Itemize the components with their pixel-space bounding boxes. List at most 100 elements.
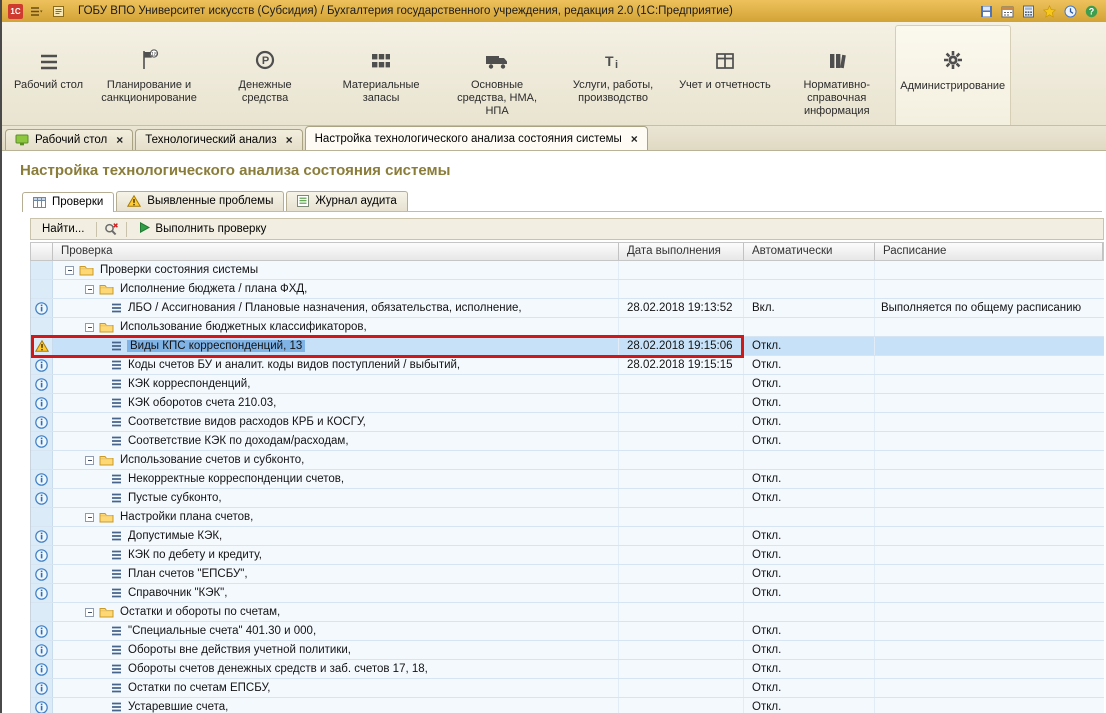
table-row[interactable]: Справочник "КЭК", Откл. bbox=[31, 584, 1104, 603]
info-icon[interactable] bbox=[31, 299, 53, 317]
expander-icon[interactable] bbox=[85, 322, 94, 332]
folder-icon bbox=[79, 264, 94, 276]
table-row[interactable]: КЭК корреспонденций, Откл. bbox=[31, 375, 1104, 394]
service-menu-icon[interactable] bbox=[50, 3, 67, 20]
table-row[interactable]: Настройки плана счетов, bbox=[31, 508, 1104, 527]
table-row[interactable]: ЛБО / Ассигнования / Плановые назначения… bbox=[31, 299, 1104, 318]
calculator-icon[interactable] bbox=[1020, 3, 1037, 20]
toolbar-separator bbox=[126, 221, 128, 237]
date-cell bbox=[619, 660, 744, 678]
expander-icon[interactable] bbox=[85, 284, 94, 294]
info-icon[interactable] bbox=[31, 394, 53, 412]
ribbon-section-assets[interactable]: Основные средства, НМА, НПА bbox=[439, 22, 555, 125]
date-cell bbox=[619, 698, 744, 713]
tab-desktop[interactable]: Рабочий стол × bbox=[5, 129, 134, 150]
ribbon-section-reference[interactable]: Нормативно-справочная информация bbox=[779, 22, 895, 125]
table-row[interactable]: Проверки состояния системы bbox=[31, 261, 1104, 280]
info-icon[interactable] bbox=[31, 660, 53, 678]
table-row[interactable]: Пустые субконто, Откл. bbox=[31, 489, 1104, 508]
info-icon[interactable] bbox=[31, 432, 53, 450]
save-icon[interactable] bbox=[978, 3, 995, 20]
column-header[interactable]: Проверка bbox=[53, 243, 619, 260]
table-row[interactable]: Остатки по счетам ЕПСБУ, Откл. bbox=[31, 679, 1104, 698]
find-button[interactable]: Найти... bbox=[37, 222, 89, 236]
subtab-audit[interactable]: Журнал аудита bbox=[286, 191, 408, 211]
date-cell: 28.02.2018 19:15:15 bbox=[619, 356, 744, 374]
tab-close-icon[interactable]: × bbox=[286, 133, 293, 147]
table-row[interactable]: Обороты счетов денежных средств и заб. с… bbox=[31, 660, 1104, 679]
subtab-checks[interactable]: Проверки bbox=[22, 192, 115, 212]
info-icon[interactable] bbox=[31, 698, 53, 713]
auto-cell: Откл. bbox=[744, 584, 875, 602]
tab-tech-settings[interactable]: Настройка технологического анализа состо… bbox=[304, 126, 648, 150]
table-row[interactable]: Использование счетов и субконто, bbox=[31, 451, 1104, 470]
info-icon[interactable] bbox=[31, 527, 53, 545]
ribbon-section-administration[interactable]: Администрирование bbox=[894, 25, 1011, 125]
info-icon[interactable] bbox=[31, 679, 53, 697]
ribbon-section-label: Нормативно-справочная информация bbox=[803, 79, 870, 117]
ribbon-section-planning[interactable]: 18 Планирование и санкционирование bbox=[91, 22, 207, 125]
main-menu-icon[interactable] bbox=[28, 3, 45, 20]
table-row[interactable]: Соответствие видов расходов КРБ и КОСГУ,… bbox=[31, 413, 1104, 432]
expander-icon[interactable] bbox=[65, 265, 74, 275]
table-row[interactable]: Допустимые КЭК, Откл. bbox=[31, 527, 1104, 546]
expander-icon[interactable] bbox=[85, 607, 94, 617]
check-name-cell: Коды счетов БУ и аналит. коды видов пост… bbox=[53, 356, 619, 374]
table-row[interactable]: Виды КПС корреспонденций, 13 28.02.2018 1… bbox=[31, 335, 1104, 358]
clear-search-icon[interactable] bbox=[104, 222, 119, 236]
info-icon[interactable] bbox=[31, 413, 53, 431]
table-row[interactable]: Коды счетов БУ и аналит. коды видов пост… bbox=[31, 356, 1104, 375]
tab-close-icon[interactable]: × bbox=[116, 133, 123, 147]
help-icon[interactable]: ? bbox=[1083, 3, 1100, 20]
info-icon[interactable] bbox=[31, 356, 53, 374]
expander-icon[interactable] bbox=[85, 455, 94, 465]
table-row[interactable]: "Специальные счета" 401.30 и 000, Откл. bbox=[31, 622, 1104, 641]
history-icon[interactable] bbox=[1062, 3, 1079, 20]
expander-icon[interactable] bbox=[85, 512, 94, 522]
schedule-cell bbox=[875, 394, 1104, 412]
table-row[interactable]: План счетов "ЕПСБУ", Откл. bbox=[31, 565, 1104, 584]
table-row[interactable]: Исполнение бюджета / плана ФХД, bbox=[31, 280, 1104, 299]
ribbon-section-money[interactable]: P Денежные средства bbox=[207, 22, 323, 125]
ribbon-section-accounting[interactable]: Учет и отчетность bbox=[671, 22, 779, 125]
info-icon[interactable] bbox=[31, 622, 53, 640]
column-header[interactable]: Расписание bbox=[875, 243, 1103, 260]
date-cell bbox=[619, 565, 744, 583]
table-row[interactable]: Устаревшие счета, Откл. bbox=[31, 698, 1104, 713]
acct-icon bbox=[715, 46, 735, 70]
table-row[interactable]: Остатки и обороты по счетам, bbox=[31, 603, 1104, 622]
ribbon-section-materials[interactable]: Материальные запасы bbox=[323, 22, 439, 125]
ribbon-section-desktop[interactable]: Рабочий стол bbox=[6, 22, 91, 125]
info-icon[interactable] bbox=[31, 584, 53, 602]
info-icon[interactable] bbox=[31, 375, 53, 393]
warning-icon[interactable] bbox=[31, 337, 53, 355]
info-icon[interactable] bbox=[31, 546, 53, 564]
column-header[interactable]: Дата выполнения bbox=[619, 243, 744, 260]
check-label: Коды счетов БУ и аналит. коды видов пост… bbox=[128, 359, 461, 371]
tab-tech-analysis[interactable]: Технологический анализ × bbox=[135, 129, 303, 150]
table-row[interactable]: Обороты вне действия учетной политики, От… bbox=[31, 641, 1104, 660]
ribbon-section-services[interactable]: Тi Услуги, работы, производство bbox=[555, 22, 671, 125]
table-row[interactable]: КЭК оборотов счета 210.03, Откл. bbox=[31, 394, 1104, 413]
check-label: Остатки по счетам ЕПСБУ, bbox=[128, 682, 271, 694]
run-check-button[interactable]: Выполнить проверку bbox=[134, 221, 271, 237]
info-icon[interactable] bbox=[31, 489, 53, 507]
info-icon[interactable] bbox=[31, 641, 53, 659]
column-header[interactable]: Автоматически bbox=[744, 243, 875, 260]
table-row[interactable]: Соответствие КЭК по доходам/расходам, Отк… bbox=[31, 432, 1104, 451]
folder-icon bbox=[99, 283, 114, 295]
info-icon[interactable] bbox=[31, 565, 53, 583]
auto-cell: Откл. bbox=[744, 546, 875, 564]
folder-icon bbox=[99, 454, 114, 466]
info-icon[interactable] bbox=[31, 470, 53, 488]
table-row[interactable]: КЭК по дебету и кредиту, Откл. bbox=[31, 546, 1104, 565]
run-check-label: Выполнить проверку bbox=[155, 223, 267, 235]
calendar-icon[interactable] bbox=[999, 3, 1016, 20]
subtab-problems[interactable]: Выявленные проблемы bbox=[116, 191, 285, 211]
tab-close-icon[interactable]: × bbox=[631, 132, 638, 146]
favorites-icon[interactable] bbox=[1041, 3, 1058, 20]
date-cell bbox=[619, 432, 744, 450]
check-label: Настройки плана счетов, bbox=[120, 511, 254, 523]
table-row[interactable]: Некорректные корреспонденции счетов, Откл… bbox=[31, 470, 1104, 489]
table-row[interactable]: Использование бюджетных классификаторов, bbox=[31, 318, 1104, 337]
